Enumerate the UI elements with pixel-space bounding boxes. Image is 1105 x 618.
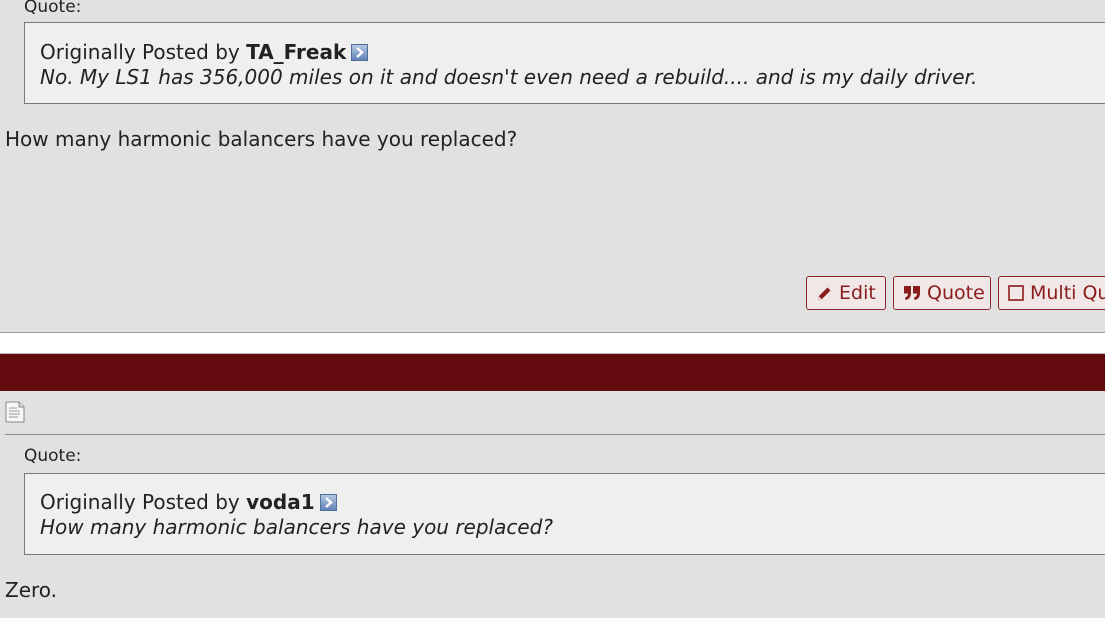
quote-marks-icon xyxy=(904,286,920,300)
multi-quote-button-label: Multi Qu xyxy=(1030,282,1105,304)
post-2: Quote: Originally Posted by voda1 How ma… xyxy=(0,391,1105,618)
post-icon xyxy=(5,401,25,423)
post-spacer xyxy=(0,333,1105,353)
view-post-icon[interactable] xyxy=(319,494,337,511)
pencil-icon xyxy=(818,287,831,300)
post-1: Quote: Originally Posted by TA_Freak No.… xyxy=(0,0,1105,332)
quote-button[interactable]: Quote xyxy=(893,276,991,310)
quote-author[interactable]: TA_Freak xyxy=(246,40,346,64)
quote-author[interactable]: voda1 xyxy=(246,490,315,514)
multi-quote-button[interactable]: Multi Qu xyxy=(998,276,1105,310)
quote-label: Quote: xyxy=(24,446,82,466)
quote-prefix: Originally Posted by xyxy=(40,490,240,514)
post-message: How many harmonic balancers have you rep… xyxy=(5,127,518,151)
view-post-icon[interactable] xyxy=(351,44,369,61)
post-message: Zero. xyxy=(5,578,58,602)
quote-prefix: Originally Posted by xyxy=(40,40,240,64)
quote-box: Originally Posted by TA_Freak No. My LS1… xyxy=(24,22,1105,104)
quote-box: Originally Posted by voda1 How many harm… xyxy=(24,473,1105,555)
quote-button-label: Quote xyxy=(927,282,985,304)
checkbox-icon xyxy=(1008,285,1024,301)
quote-attribution: Originally Posted by voda1 xyxy=(40,490,337,514)
edit-button-label: Edit xyxy=(839,282,876,304)
quote-label: Quote: xyxy=(24,0,82,17)
edit-button[interactable]: Edit xyxy=(806,276,886,310)
quote-text: How many harmonic balancers have you rep… xyxy=(40,515,553,539)
post-header-bar xyxy=(0,354,1105,391)
quote-attribution: Originally Posted by TA_Freak xyxy=(40,40,369,64)
quote-text: No. My LS1 has 356,000 miles on it and d… xyxy=(40,65,978,89)
post-rule xyxy=(5,434,1105,435)
